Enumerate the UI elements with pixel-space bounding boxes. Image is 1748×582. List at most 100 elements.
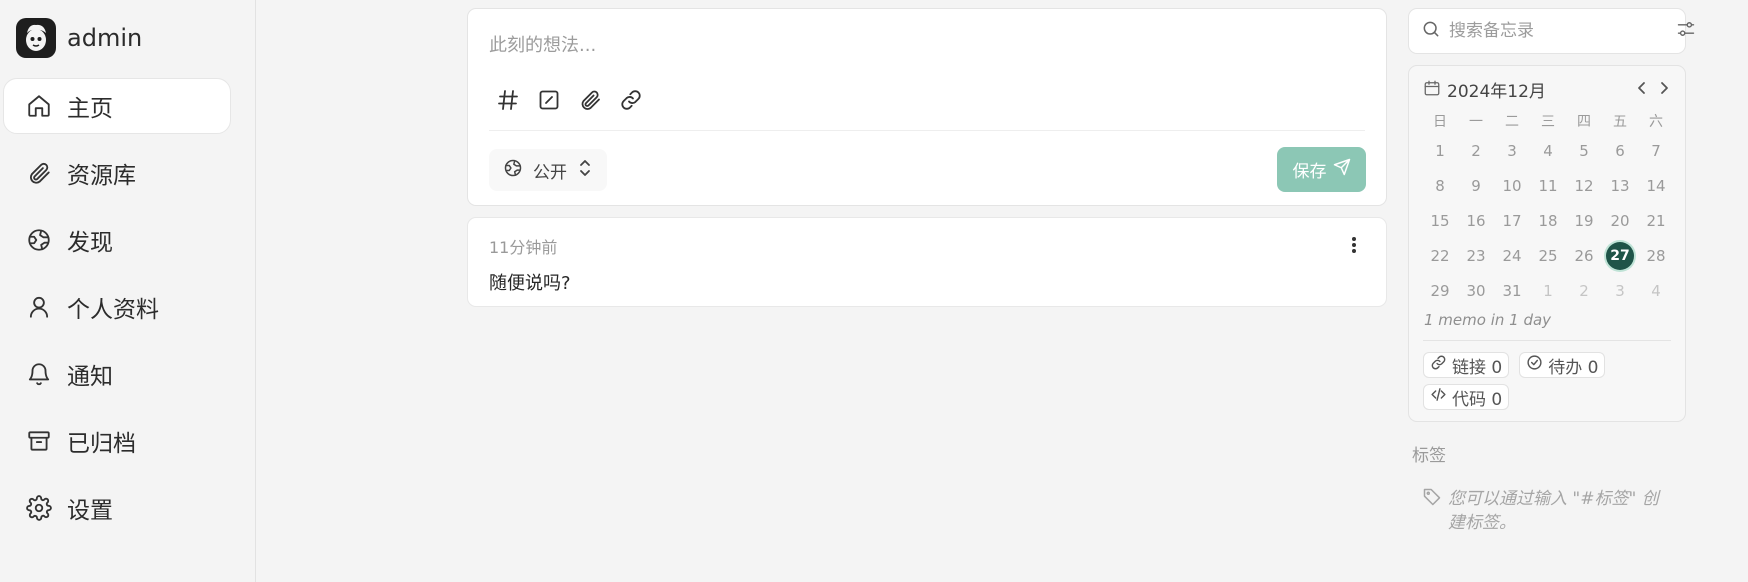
calendar-day[interactable]: 3 [1494, 133, 1530, 168]
sidebar-item-archived[interactable]: 已归档 [3, 413, 231, 469]
chevron-right-icon[interactable] [1657, 78, 1671, 98]
calendar-day[interactable]: 16 [1458, 203, 1494, 238]
hash-icon[interactable] [495, 87, 521, 113]
tag-icon [1422, 487, 1442, 535]
memo-input[interactable] [489, 35, 1349, 56]
calendar-icon [1423, 79, 1441, 101]
calendar-day-next-month[interactable]: 1 [1530, 273, 1566, 308]
sidebar-item-settings[interactable]: 设置 [3, 480, 231, 536]
search-box [1408, 8, 1695, 54]
checkbox-icon[interactable] [536, 87, 562, 113]
more-vertical-icon[interactable] [1344, 233, 1364, 257]
calendar-day[interactable]: 19 [1566, 203, 1602, 238]
calendar-day[interactable]: 29 [1422, 273, 1458, 308]
stat-todo[interactable]: 待办 0 [1519, 352, 1606, 378]
calendar-day[interactable]: 6 [1602, 133, 1638, 168]
calendar-day[interactable]: 11 [1530, 168, 1566, 203]
weekday-label: 六 [1649, 114, 1663, 130]
memo-stats: 链接 0 待办 0 代码 0 [1423, 352, 1673, 410]
link-icon[interactable] [618, 87, 644, 113]
weekday-label: 一 [1469, 114, 1483, 130]
calendar-nav [1635, 78, 1671, 98]
memo-timestamp: 11分钟前 [489, 238, 558, 257]
calendar-day[interactable]: 1 [1422, 133, 1458, 168]
globe-icon [503, 158, 523, 182]
calendar-day[interactable]: 25 [1530, 238, 1566, 273]
search-icon [1421, 19, 1441, 43]
calendar-day[interactable]: 24 [1494, 238, 1530, 273]
calendar-day[interactable]: 8 [1422, 168, 1458, 203]
calendar-day[interactable]: 17 [1494, 203, 1530, 238]
calendar-day[interactable]: 2 [1458, 133, 1494, 168]
calendar-day[interactable]: 21 [1638, 203, 1674, 238]
calendar-day[interactable]: 9 [1458, 168, 1494, 203]
save-button-label: 保存 [1292, 162, 1327, 182]
weekday-label: 日 [1433, 114, 1447, 130]
calendar-day[interactable]: 15 [1422, 203, 1458, 238]
sidebar-item-label: 已归档 [67, 431, 136, 457]
globe-icon [25, 226, 53, 254]
calendar-day[interactable]: 31 [1494, 273, 1530, 308]
weekday-label: 二 [1505, 114, 1519, 130]
sidebar-nav: 主页 资源库 发现 个人资料 通知 已归档 设置 [3, 78, 231, 547]
calendar-day[interactable]: 7 [1638, 133, 1674, 168]
avatar [16, 18, 56, 58]
calendar-day[interactable]: 20 [1602, 203, 1638, 238]
sidebar-item-explore[interactable]: 发现 [3, 212, 231, 268]
sidebar-item-profile[interactable]: 个人资料 [3, 279, 231, 335]
calendar-day[interactable]: 14 [1638, 168, 1674, 203]
calendar-day-next-month[interactable]: 3 [1602, 273, 1638, 308]
weekday-label: 三 [1541, 114, 1555, 130]
sidebar-item-resources[interactable]: 资源库 [3, 145, 231, 201]
calendar-day-today[interactable]: 27 [1602, 238, 1638, 273]
sidebar-item-home[interactable]: 主页 [3, 78, 231, 134]
weekday-label: 四 [1577, 114, 1591, 130]
calendar-grid: 日一二三四五六 1 2 3 4 5 6 7 8 9 10 11 12 13 14 15 16 17 18 19 20 21… [1422, 109, 1674, 308]
calendar-day-next-month[interactable]: 4 [1638, 273, 1674, 308]
stat-code[interactable]: 代码 0 [1423, 384, 1510, 410]
memo-card: 11分钟前 随便说吗? [467, 217, 1387, 307]
sidebar-item-label: 主页 [67, 96, 113, 122]
paperclip-icon[interactable] [577, 87, 603, 113]
sidebar-item-label: 通知 [67, 364, 113, 390]
stat-links-label: 链接 0 [1452, 357, 1503, 378]
calendar-day[interactable]: 22 [1422, 238, 1458, 273]
code-icon [1430, 386, 1447, 408]
calendar-day[interactable]: 23 [1458, 238, 1494, 273]
calendar-day[interactable]: 12 [1566, 168, 1602, 203]
visibility-selector[interactable]: 公开 [489, 149, 607, 191]
calendar-day[interactable]: 30 [1458, 273, 1494, 308]
calendar-title: 2024年12月 [1447, 82, 1546, 102]
user-menu[interactable]: admin [16, 18, 142, 58]
save-button[interactable]: 保存 [1277, 147, 1366, 192]
editor-toolbar [495, 87, 644, 113]
stat-links[interactable]: 链接 0 [1423, 352, 1510, 378]
calendar-day-number: 27 [1606, 241, 1634, 270]
sidebar-item-notifications[interactable]: 通知 [3, 346, 231, 402]
calendar-day[interactable]: 10 [1494, 168, 1530, 203]
search-input[interactable] [1449, 21, 1668, 41]
paperclip-icon [25, 159, 53, 187]
calendar-card: 2024年12月 日一二三四五六 1 2 3 4 5 6 7 8 9 10 11 12 13 14 15 16 1… [1408, 65, 1686, 422]
filter-settings-icon[interactable] [1676, 19, 1696, 43]
calendar-divider [1423, 340, 1671, 341]
calendar-day[interactable]: 28 [1638, 238, 1674, 273]
username: admin [67, 24, 143, 52]
calendar-day[interactable]: 4 [1530, 133, 1566, 168]
check-circle-icon [1526, 354, 1543, 376]
sidebar-item-label: 资源库 [67, 163, 136, 189]
calendar-day-next-month[interactable]: 2 [1566, 273, 1602, 308]
chevron-up-down-icon [577, 157, 593, 183]
calendar-day[interactable]: 5 [1566, 133, 1602, 168]
link-icon [1430, 354, 1447, 376]
weekday-label: 五 [1613, 114, 1627, 130]
gear-icon [25, 494, 53, 522]
tags-hint-text: 您可以通过输入 "#标签" 创 建标签。 [1448, 487, 1659, 535]
calendar-header: 2024年12月 [1423, 77, 1546, 102]
calendar-day[interactable]: 26 [1566, 238, 1602, 273]
chevron-left-icon[interactable] [1635, 78, 1649, 98]
calendar-day[interactable]: 18 [1530, 203, 1566, 238]
stat-code-label: 代码 0 [1452, 389, 1503, 410]
home-icon [25, 92, 53, 120]
calendar-day[interactable]: 13 [1602, 168, 1638, 203]
